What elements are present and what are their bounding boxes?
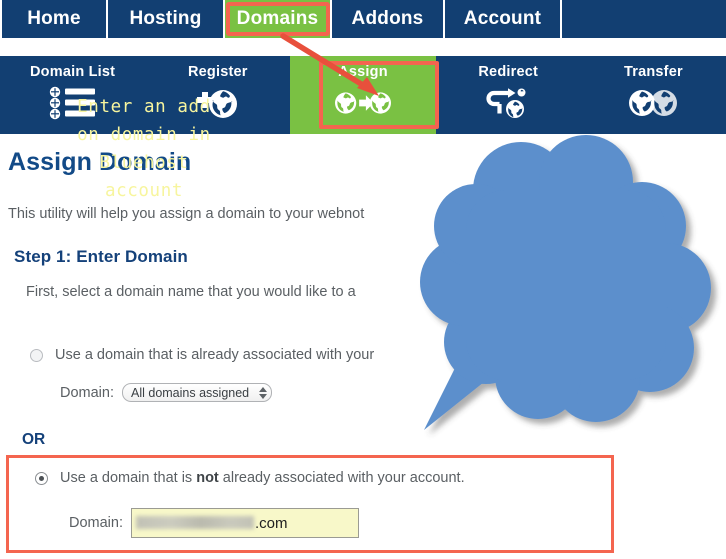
existing-domain-select-value: All domains assigned xyxy=(131,385,250,400)
existing-domain-select-row: Domain: All domains assigned xyxy=(60,383,590,402)
option-new-domain-label: Use a domain that is not already associa… xyxy=(60,470,465,486)
new-domain-input[interactable]: .com xyxy=(131,508,359,538)
subnav-item-assign[interactable]: Assign xyxy=(290,56,436,134)
subnav-item-transfer[interactable]: Transfer xyxy=(581,56,726,134)
subnav-domain-list-label: Domain List xyxy=(30,64,116,80)
select-stepper-arrows-icon xyxy=(259,386,268,399)
option-new-domain-label-part1: Use a domain that is xyxy=(60,470,197,486)
nav-tab-hosting-label: Hosting xyxy=(129,8,202,29)
option-new-domain-group: Use a domain that is not already associa… xyxy=(35,470,465,538)
option-existing-domain-label: Use a domain that is already associated … xyxy=(55,347,375,363)
option-new-domain-highlight-box: Use a domain that is not already associa… xyxy=(6,455,614,553)
primary-navigation-bar: Home Hosting Domains Addons Account xyxy=(0,0,726,38)
page-content: Assign Domain This utility will help you… xyxy=(0,134,726,559)
option-new-domain-row[interactable]: Use a domain that is not already associa… xyxy=(35,470,465,486)
subnav-item-register[interactable]: Register xyxy=(145,56,290,134)
step-description: First, select a domain name that you wou… xyxy=(26,284,356,300)
domains-subnavigation-bar: Domain List Register Assign Redirect Tra… xyxy=(0,56,726,134)
intro-paragraph: This utility will help you assign a doma… xyxy=(8,206,365,222)
step-heading: Step 1: Enter Domain xyxy=(14,247,188,266)
nav-tab-addons-label: Addons xyxy=(351,8,424,29)
new-domain-input-value: .com xyxy=(255,514,288,532)
assign-globe-arrow-globe-icon xyxy=(335,84,391,122)
browser-screenshot: Home Hosting Domains Addons Account Doma… xyxy=(0,0,726,559)
subnav-item-redirect[interactable]: Redirect xyxy=(436,56,581,134)
or-separator-label: OR xyxy=(22,431,46,448)
radio-new-domain[interactable] xyxy=(35,471,48,485)
domain-list-icon xyxy=(45,84,101,122)
nav-tab-domains[interactable]: Domains xyxy=(225,0,332,38)
nav-tab-account-label: Account xyxy=(463,8,542,29)
redacted-domain-name xyxy=(136,515,254,529)
nav-tab-empty-filler xyxy=(562,0,726,38)
nav-tab-addons[interactable]: Addons xyxy=(332,0,445,38)
redirect-arrow-globe-icon xyxy=(480,84,536,122)
subnav-transfer-label: Transfer xyxy=(624,64,683,80)
subnav-assign-label: Assign xyxy=(338,64,388,80)
new-domain-label: Domain: xyxy=(69,515,123,531)
existing-domain-select[interactable]: All domains assigned xyxy=(122,383,273,402)
nav-tab-home[interactable]: Home xyxy=(0,0,108,38)
option-existing-domain-group: Use a domain that is already associated … xyxy=(30,347,590,402)
subnav-redirect-label: Redirect xyxy=(478,64,539,80)
new-domain-input-row: Domain: .com xyxy=(69,508,465,538)
nav-tab-domains-label: Domains xyxy=(236,8,319,29)
nav-tab-account[interactable]: Account xyxy=(445,0,562,38)
option-existing-domain-row[interactable]: Use a domain that is already associated … xyxy=(30,347,590,363)
subnav-item-domain-list[interactable]: Domain List xyxy=(0,56,145,134)
transfer-two-globes-icon xyxy=(625,84,681,122)
page-title: Assign Domain xyxy=(8,148,192,176)
radio-existing-domain[interactable] xyxy=(30,348,43,362)
option-new-domain-label-part2: already associated with your account. xyxy=(218,470,465,486)
subnav-register-label: Register xyxy=(187,64,248,80)
nav-tab-home-label: Home xyxy=(27,8,81,29)
existing-domain-label: Domain: xyxy=(60,384,114,401)
nav-tab-hosting[interactable]: Hosting xyxy=(108,0,225,38)
register-globe-plus-icon xyxy=(190,84,246,122)
option-new-domain-label-bold: not xyxy=(196,470,219,486)
